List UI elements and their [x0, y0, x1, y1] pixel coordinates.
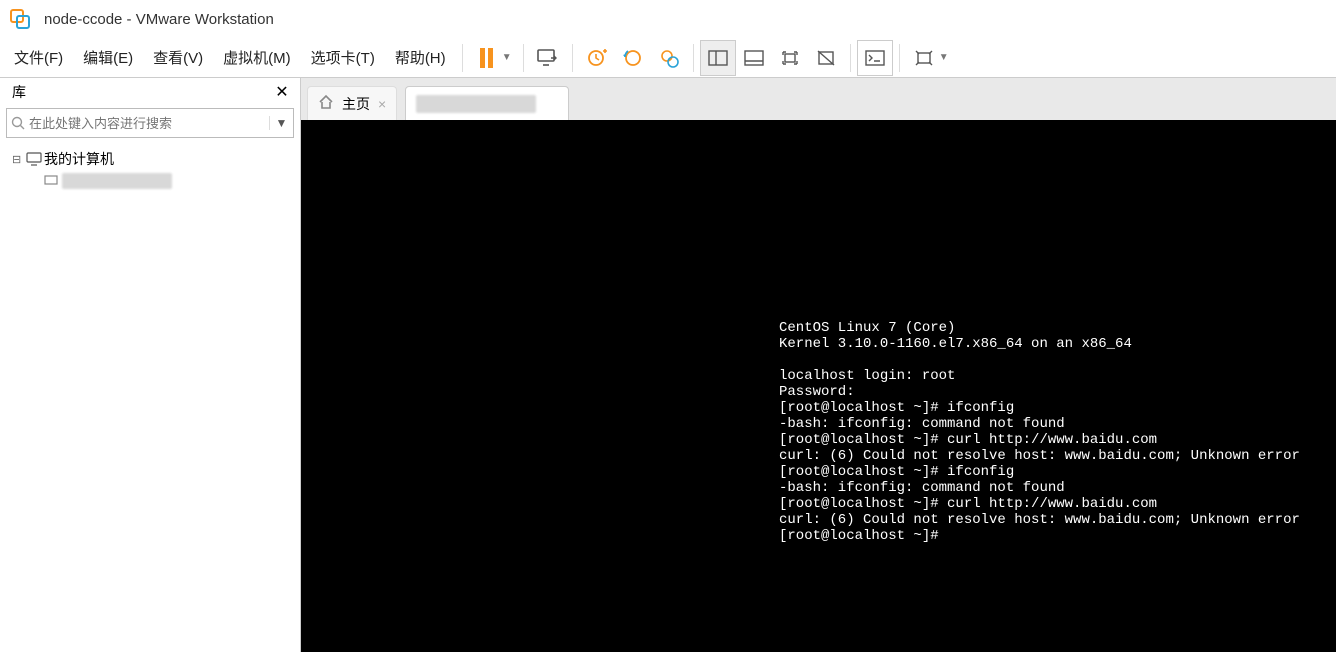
library-tree: ⊟ 我的计算机: [0, 144, 300, 652]
home-icon: [318, 94, 334, 113]
search-input[interactable]: [29, 116, 269, 131]
toolbar-separator: [572, 44, 573, 72]
menu-tabs[interactable]: 选项卡(T): [301, 41, 385, 74]
menu-edit[interactable]: 编辑(E): [73, 41, 143, 74]
window-title: node-ccode - VMware Workstation: [44, 11, 274, 28]
titlebar: node-ccode - VMware Workstation: [0, 0, 1336, 38]
search-dropdown[interactable]: ▼: [269, 116, 293, 130]
split-view-icon: [708, 50, 728, 66]
vmware-app-icon: [10, 9, 30, 29]
tab-active-vm[interactable]: [405, 86, 569, 120]
menu-file[interactable]: 文件(F): [4, 41, 73, 74]
toolbar-separator: [523, 44, 524, 72]
computer-icon: [26, 152, 44, 166]
menu-vm[interactable]: 虚拟机(M): [213, 41, 301, 74]
pause-button[interactable]: [469, 40, 505, 76]
unity-icon: [816, 49, 836, 67]
pause-icon: [480, 48, 493, 68]
single-view-icon: [744, 50, 764, 66]
clock-plus-icon: [586, 47, 608, 69]
clock-revert-icon: [622, 47, 644, 69]
redacted-vm-name: [62, 173, 172, 189]
power-dropdown[interactable]: ▼: [501, 52, 513, 63]
library-sidebar: 库 ✕ ▼ ⊟ 我的计算机: [0, 78, 301, 652]
content-area: 主页 × CentOS Linux 7 (Core) Kernel 3.10.0…: [301, 78, 1336, 652]
tab-home[interactable]: 主页 ×: [307, 86, 397, 120]
search-icon: [7, 116, 29, 130]
monitor-send-icon: [536, 48, 560, 68]
stretch-dropdown[interactable]: ▼: [938, 52, 950, 63]
menu-help[interactable]: 帮助(H): [385, 41, 456, 74]
tabstrip: 主页 ×: [301, 78, 1336, 120]
fullscreen-icon: [780, 49, 800, 67]
snapshot-manager-button[interactable]: [651, 40, 687, 76]
console-view-button[interactable]: [857, 40, 893, 76]
toolbar-separator: [850, 44, 851, 72]
menubar: 文件(F) 编辑(E) 查看(V) 虚拟机(M) 选项卡(T) 帮助(H) ▼: [0, 38, 1336, 78]
view-split-button[interactable]: [700, 40, 736, 76]
tree-vm-item[interactable]: [0, 170, 300, 192]
unity-button[interactable]: [808, 40, 844, 76]
fullscreen-button[interactable]: [772, 40, 808, 76]
view-single-button[interactable]: [736, 40, 772, 76]
tab-home-label: 主页: [342, 94, 370, 114]
tree-root-label: 我的计算机: [44, 149, 114, 169]
tab-close-button[interactable]: ×: [378, 96, 386, 112]
tree-collapse-icon[interactable]: ⊟: [12, 153, 26, 166]
snapshot-revert-button[interactable]: [615, 40, 651, 76]
close-sidebar-button[interactable]: ✕: [272, 82, 292, 102]
library-search[interactable]: ▼: [6, 108, 294, 138]
snapshot-take-button[interactable]: [579, 40, 615, 76]
vm-icon: [44, 175, 62, 187]
toolbar-separator: [899, 44, 900, 72]
console-icon: [865, 50, 885, 66]
library-title: 库: [12, 82, 26, 102]
toolbar-separator: [693, 44, 694, 72]
tree-root-my-computer[interactable]: ⊟ 我的计算机: [0, 148, 300, 170]
clock-manager-icon: [658, 47, 680, 69]
redacted-tab-label: [416, 95, 536, 113]
stretch-icon: [914, 49, 934, 67]
send-ctrl-alt-del-button[interactable]: [530, 40, 566, 76]
vm-console[interactable]: CentOS Linux 7 (Core) Kernel 3.10.0-1160…: [301, 120, 1336, 652]
menu-view[interactable]: 查看(V): [143, 41, 213, 74]
toolbar-separator: [462, 44, 463, 72]
stretch-button[interactable]: [906, 40, 942, 76]
